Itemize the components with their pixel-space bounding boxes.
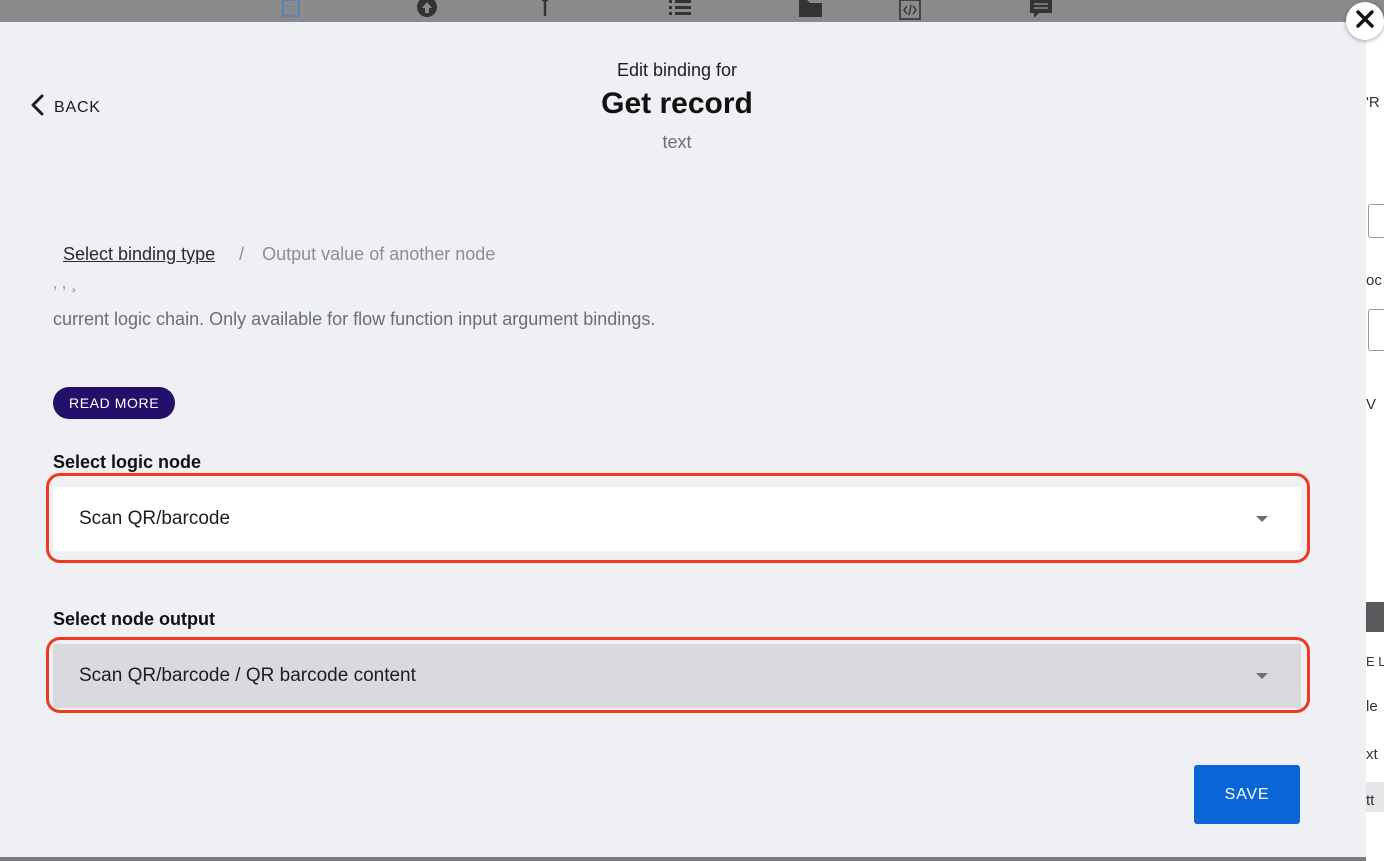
upload-icon[interactable]	[416, 0, 437, 20]
breadcrumb-separator: /	[239, 244, 245, 264]
background-text: oc	[1366, 272, 1382, 289]
node-output-select[interactable]: Scan QR/barcode / QR barcode content	[53, 644, 1301, 708]
modal-header: Edit binding for Get record text	[0, 58, 1354, 156]
node-output-value: Scan QR/barcode / QR barcode content	[79, 665, 416, 686]
binding-type-label: text	[662, 132, 692, 152]
background-text: V	[1366, 396, 1377, 413]
caret-down-icon	[1256, 516, 1268, 522]
binding-description: current logic chain. Only available for …	[53, 309, 656, 329]
background-page: 'R oc V E L le xt tt	[1366, 22, 1384, 861]
background-text: E L	[1366, 654, 1384, 669]
save-button[interactable]: SAVE	[1194, 765, 1300, 824]
comment-icon[interactable]	[1029, 0, 1052, 20]
breadcrumb-link-select-binding-type[interactable]: Select binding type	[63, 244, 215, 265]
grid-icon[interactable]	[281, 0, 301, 20]
background-text: le	[1366, 698, 1378, 715]
folder-icon[interactable]	[798, 0, 822, 20]
app-toolbar	[0, 0, 1384, 22]
background-field	[1368, 309, 1384, 351]
breadcrumb-current: Output value of another node	[262, 244, 496, 264]
description-clipped-line: ‚ ‚ ¸	[53, 286, 673, 296]
background-field	[1368, 204, 1384, 238]
header-subtitle: Edit binding for	[616, 60, 738, 80]
caret-down-icon	[1256, 673, 1268, 679]
background-text: 'R	[1366, 94, 1380, 111]
code-file-icon[interactable]	[899, 0, 921, 20]
close-icon	[1355, 9, 1375, 34]
close-button[interactable]	[1346, 2, 1384, 40]
edit-binding-modal: BACK Edit binding for Get record text Se…	[0, 22, 1366, 857]
read-more-button[interactable]: READ MORE	[53, 387, 176, 419]
logic-node-label: Select logic node	[53, 452, 202, 472]
list-icon[interactable]	[669, 0, 691, 20]
background-bar	[1366, 602, 1384, 632]
logic-node-value: Scan QR/barcode	[79, 508, 231, 529]
logic-node-select[interactable]: Scan QR/barcode	[53, 487, 1301, 551]
background-text: tt	[1366, 792, 1375, 809]
background-text: xt	[1366, 746, 1378, 763]
breadcrumb: Select binding type / Output value of an…	[63, 244, 495, 265]
node-output-label: Select node output	[53, 609, 215, 629]
page-title: Get record	[601, 87, 753, 120]
test-tube-icon[interactable]	[535, 0, 555, 20]
